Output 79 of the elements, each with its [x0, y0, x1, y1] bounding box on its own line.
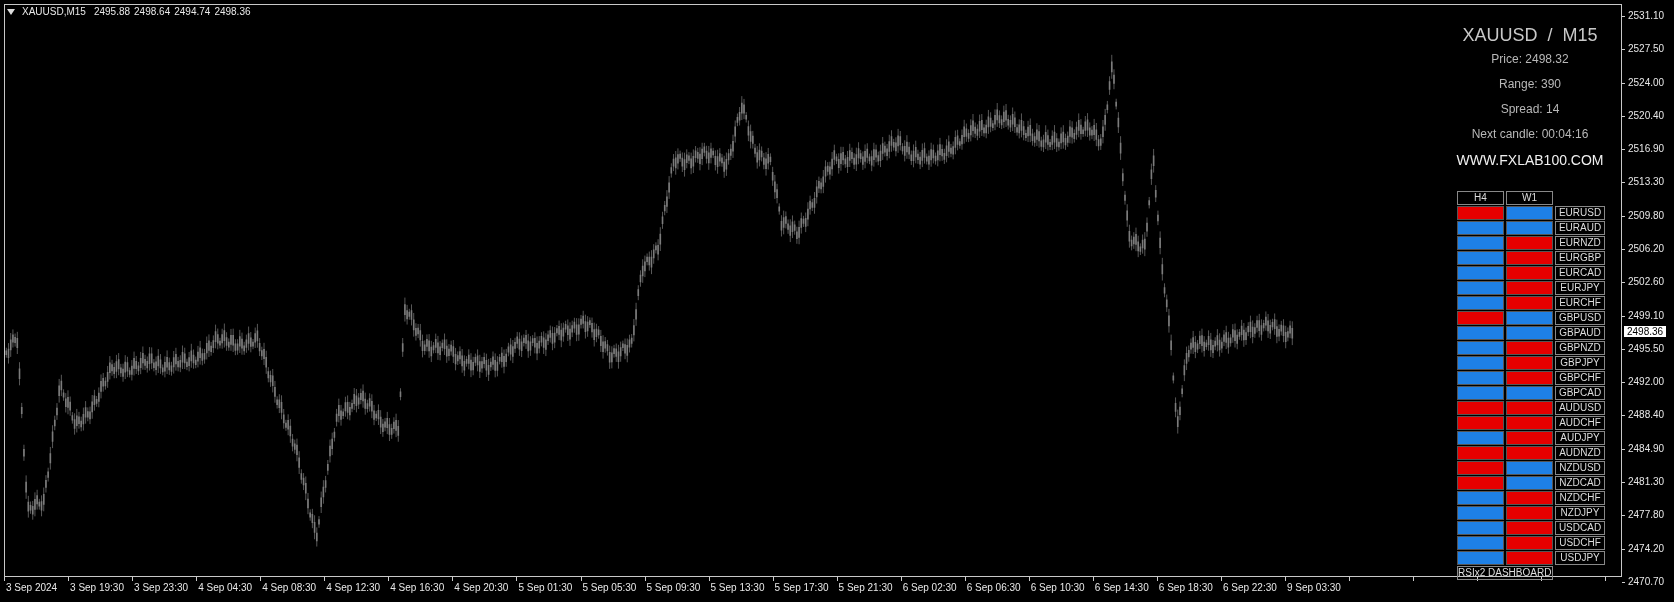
- price-tick: 2474.20: [1622, 542, 1674, 555]
- pair-label: AUDUSD: [1555, 401, 1605, 415]
- time-tick: 6 Sep 10:30: [1029, 582, 1086, 595]
- price-tick: 2516.90: [1622, 143, 1674, 156]
- pair-label: AUDNZD: [1555, 446, 1605, 460]
- pair-label: GBPAUD: [1555, 326, 1605, 340]
- column-header: W1: [1506, 191, 1553, 205]
- ohlc-value: 2495.88: [93, 6, 131, 17]
- pair-label: NZDCAD: [1555, 476, 1605, 490]
- time-tick: 3 Sep 23:30: [133, 582, 190, 595]
- chart-symbol: XAUUSD,M15: [22, 6, 86, 17]
- pair-label: EURJPY: [1555, 281, 1605, 295]
- price-tick: 2506.20: [1622, 242, 1674, 255]
- info-line: Next candle: 00:04:16: [1471, 126, 1589, 143]
- time-tick: 5 Sep 21:30: [837, 582, 894, 595]
- pair-label: NZDJPY: [1555, 506, 1605, 520]
- time-tick: 6 Sep 02:30: [901, 582, 958, 595]
- time-tick: 3 Sep 2024: [5, 582, 59, 595]
- price-tick: 2484.90: [1622, 442, 1674, 455]
- info-line: Spread: 14: [1500, 101, 1560, 118]
- dashboard-title: RSIx2 DASHBOARD: [1457, 566, 1553, 580]
- time-tick: 4 Sep 08:30: [261, 582, 318, 595]
- pair-label: USDJPY: [1555, 551, 1605, 565]
- price-tick: 2495.50: [1622, 342, 1674, 355]
- price-tick: 2524.00: [1622, 76, 1674, 89]
- price-tick: 2492.00: [1622, 376, 1674, 389]
- current-price-label: 2498.36: [1624, 326, 1667, 337]
- pair-label: GBPNZD: [1555, 341, 1605, 355]
- price-tick: 2520.40: [1622, 109, 1674, 122]
- time-tick: 5 Sep 01:30: [517, 582, 574, 595]
- dropdown-arrow-icon[interactable]: [7, 8, 15, 15]
- info-line: Price: 2498.32: [1491, 51, 1569, 68]
- time-tick: 4 Sep 20:30: [453, 582, 510, 595]
- price-tick: 2499.10: [1622, 309, 1674, 322]
- pair-label: EURNZD: [1555, 236, 1605, 250]
- ohlc-value: 2498.64: [134, 6, 171, 17]
- time-tick: 5 Sep 17:30: [773, 582, 830, 595]
- pair-label: EURCAD: [1555, 266, 1605, 280]
- pair-label: EURGBP: [1555, 251, 1605, 265]
- column-header: H4: [1457, 191, 1504, 205]
- symbol-title: XAUUSD / M15: [1462, 24, 1598, 47]
- time-tick: 5 Sep 09:30: [645, 582, 702, 595]
- pair-label: AUDJPY: [1555, 431, 1605, 445]
- info-line: Range: 390: [1498, 76, 1562, 93]
- time-tick: 9 Sep 03:30: [1285, 582, 1342, 595]
- pair-label: USDCAD: [1555, 521, 1605, 535]
- price-tick: 2470.70: [1622, 575, 1674, 588]
- price-tick: 2509.80: [1622, 209, 1674, 222]
- pair-label: NZDCHF: [1555, 491, 1605, 505]
- pair-label: EURAUD: [1555, 221, 1605, 235]
- time-tick: 4 Sep 04:30: [197, 582, 254, 595]
- ohlc-value: 2498.36: [214, 6, 251, 17]
- ohlc-value: 2494.74: [174, 6, 211, 17]
- price-tick: 2531.10: [1622, 10, 1674, 22]
- website-text: WWW.FXLAB100.COM: [1456, 151, 1604, 170]
- pair-label: EURCHF: [1555, 296, 1605, 310]
- time-tick: 3 Sep 19:30: [69, 582, 125, 595]
- pair-label: GBPCAD: [1555, 386, 1605, 400]
- price-tick: 2527.50: [1622, 43, 1674, 56]
- pair-label: AUDCHF: [1555, 416, 1605, 430]
- time-tick: 6 Sep 18:30: [1157, 582, 1214, 595]
- pair-label: GBPUSD: [1555, 311, 1605, 325]
- price-tick: 2513.30: [1622, 176, 1674, 189]
- time-tick: 5 Sep 05:30: [581, 582, 638, 595]
- pair-label: GBPCHF: [1555, 371, 1605, 385]
- pair-label: GBPJPY: [1555, 356, 1605, 370]
- time-tick: 5 Sep 13:30: [709, 582, 766, 595]
- price-tick: 2488.40: [1622, 409, 1674, 422]
- time-tick: 6 Sep 14:30: [1093, 582, 1150, 595]
- time-tick: 4 Sep 12:30: [325, 582, 382, 595]
- pair-label: USDCHF: [1555, 536, 1605, 550]
- pair-label: NZDUSD: [1555, 461, 1605, 475]
- price-tick: 2481.30: [1622, 475, 1674, 488]
- time-tick: 6 Sep 22:30: [1221, 582, 1278, 595]
- price-tick: 2477.80: [1622, 509, 1674, 522]
- time-tick: 6 Sep 06:30: [965, 582, 1022, 595]
- time-tick: 4 Sep 16:30: [389, 582, 446, 595]
- pair-label: EURUSD: [1555, 206, 1605, 220]
- price-tick: 2502.60: [1622, 276, 1674, 289]
